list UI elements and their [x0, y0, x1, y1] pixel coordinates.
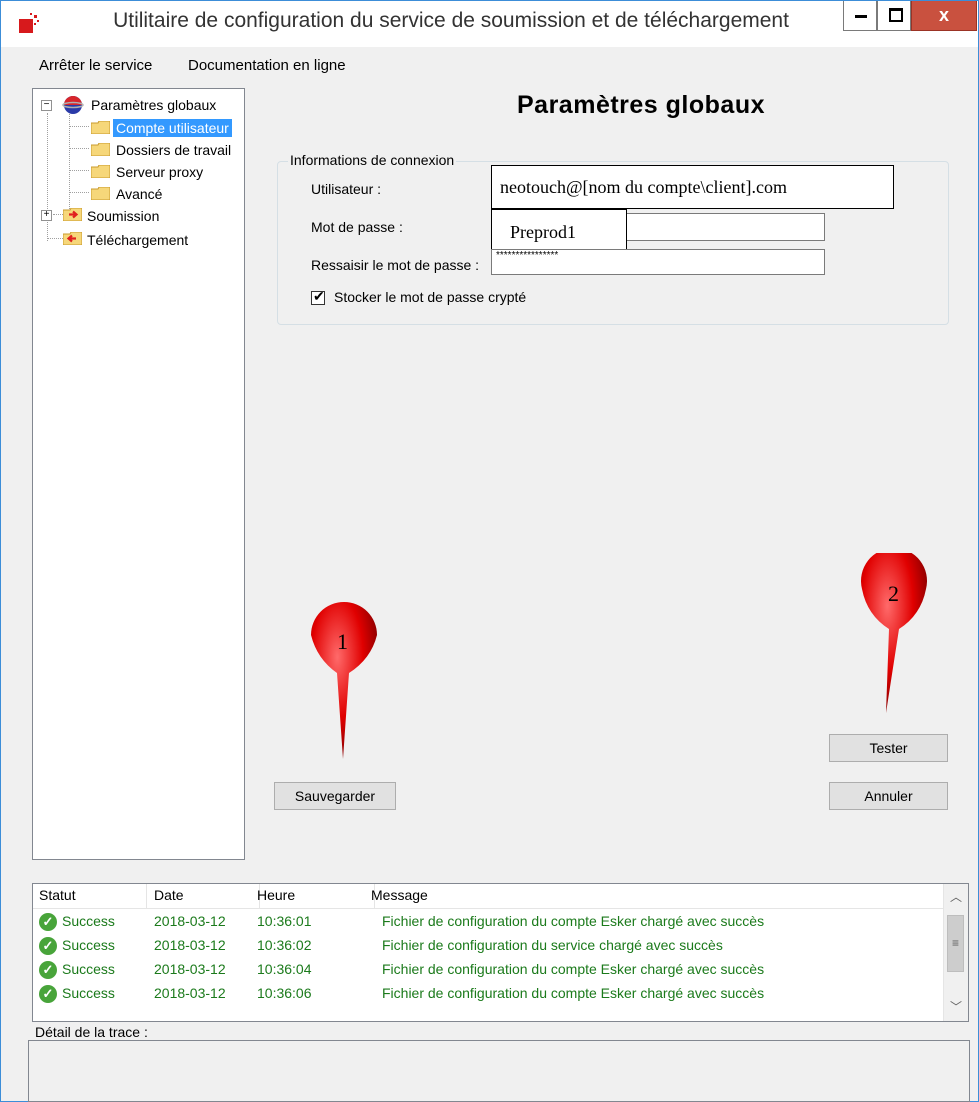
log-row[interactable]: ✓ Success 2018-03-12 10:36:06 Fichier de… — [33, 982, 943, 1006]
tree-connector — [47, 113, 48, 241]
log-header: Statut Date Heure Message — [33, 884, 943, 909]
log-status: Success — [62, 961, 115, 977]
store-encrypted-label: Stocker le mot de passe crypté — [334, 289, 527, 305]
maximize-button[interactable] — [877, 1, 911, 31]
scroll-down-icon[interactable]: ﹀ — [944, 996, 968, 1018]
menu-stop-service[interactable]: Arrêter le service — [39, 57, 152, 74]
scroll-up-icon[interactable]: ︿ — [944, 886, 968, 908]
log-row[interactable]: ✓ Success 2018-03-12 10:36:02 Fichier de… — [33, 934, 943, 958]
log-message: Fichier de configuration du compte Esker… — [382, 961, 765, 977]
page-title: Paramètres globaux — [517, 91, 765, 119]
password-label: Mot de passe : — [311, 219, 403, 235]
expand-icon[interactable]: + — [41, 210, 52, 221]
log-status: Success — [62, 937, 115, 953]
tree-connector — [69, 170, 89, 171]
tree-item-label: Avancé — [116, 186, 163, 202]
user-field[interactable]: neotouch@[nom du compte\client].com — [491, 165, 894, 209]
folder-icon — [91, 143, 110, 156]
tree-item-label: Téléchargement — [87, 232, 189, 248]
folder-icon — [91, 165, 110, 178]
minimize-button[interactable] — [843, 1, 877, 31]
settings-tree: − Paramètres globaux Compte utilisateur … — [32, 88, 245, 860]
cancel-button[interactable]: Annuler — [829, 782, 948, 810]
column-header-status[interactable]: Statut — [39, 887, 76, 903]
log-date: 2018-03-12 — [154, 937, 226, 953]
confirm-password-field[interactable]: **************** — [491, 249, 825, 275]
column-header-time[interactable]: Heure — [257, 887, 295, 903]
log-row[interactable]: ✓ Success 2018-03-12 10:36:01 Fichier de… — [33, 910, 943, 934]
tree-connector — [47, 238, 63, 239]
user-label: Utilisateur : — [311, 181, 382, 197]
log-time: 10:36:02 — [257, 937, 312, 953]
log-scrollbar[interactable]: ︿ ≡ ﹀ — [943, 884, 968, 1021]
annotation-pin-2-label: 2 — [888, 581, 899, 606]
log-date: 2018-03-12 — [154, 961, 226, 977]
tree-item-label: Paramètres globaux — [91, 97, 217, 113]
test-button[interactable]: Tester — [829, 734, 948, 762]
annotation-pin-1-label: 1 — [337, 629, 348, 654]
log-row[interactable]: ✓ Success 2018-03-12 10:36:04 Fichier de… — [33, 958, 943, 982]
globe-icon — [62, 96, 84, 114]
success-check-icon: ✓ — [39, 985, 57, 1003]
log-time: 10:36:04 — [257, 961, 312, 977]
minimize-icon — [855, 15, 867, 18]
title-bar: Utilitaire de configuration du service d… — [1, 1, 978, 47]
log-status: Success — [62, 913, 115, 929]
tree-connector — [69, 105, 70, 215]
collapse-icon[interactable]: − — [41, 100, 52, 111]
maximize-icon — [889, 8, 903, 22]
column-header-message[interactable]: Message — [371, 887, 428, 903]
log-status: Success — [62, 985, 115, 1001]
tree-connector — [69, 148, 89, 149]
confirm-password-label: Ressaisir le mot de passe : — [311, 257, 480, 273]
save-button[interactable]: Sauvegarder — [274, 782, 396, 810]
annotation-pin-1 — [311, 602, 377, 759]
folder-icon — [91, 187, 110, 200]
column-header-date[interactable]: Date — [154, 887, 184, 903]
menu-online-docs[interactable]: Documentation en ligne — [188, 57, 346, 74]
window-title: Utilitaire de configuration du service d… — [113, 9, 789, 32]
annotation-pin-2 — [861, 553, 927, 713]
tree-item-label: Compte utilisateur — [113, 119, 232, 137]
log-date: 2018-03-12 — [154, 913, 226, 929]
store-encrypted-checkbox[interactable]: ✔ — [311, 288, 325, 305]
tree-item-label: Serveur proxy — [116, 164, 204, 180]
checkmark-icon: ✔ — [313, 288, 325, 304]
success-check-icon: ✓ — [39, 961, 57, 979]
success-check-icon: ✓ — [39, 937, 57, 955]
scroll-thumb[interactable]: ≡ — [947, 915, 964, 972]
trace-detail-box[interactable] — [28, 1040, 970, 1102]
tree-connector — [69, 126, 89, 127]
tree-item-label: Dossiers de travail — [116, 142, 232, 158]
column-divider[interactable] — [146, 884, 147, 908]
folder-submit-icon — [63, 208, 82, 221]
log-message: Fichier de configuration du compte Esker… — [382, 913, 765, 929]
app-window: Utilitaire de configuration du service d… — [0, 0, 979, 1102]
tree-item-label: Soumission — [87, 208, 160, 224]
log-message: Fichier de configuration du compte Esker… — [382, 985, 765, 1001]
tree-connector — [69, 192, 89, 193]
log-list: Statut Date Heure Message ✓ Success 2018… — [32, 883, 969, 1022]
log-time: 10:36:01 — [257, 913, 312, 929]
menu-bar: Arrêter le service Documentation en lign… — [1, 47, 978, 83]
folder-icon — [91, 121, 110, 134]
success-check-icon: ✓ — [39, 913, 57, 931]
log-message: Fichier de configuration du service char… — [382, 937, 723, 953]
close-button[interactable]: x — [911, 1, 977, 31]
group-label: Informations de connexion — [288, 152, 457, 168]
folder-download-icon — [63, 232, 82, 245]
trace-detail-label: Détail de la trace : — [35, 1024, 148, 1040]
log-time: 10:36:06 — [257, 985, 312, 1001]
log-date: 2018-03-12 — [154, 985, 226, 1001]
